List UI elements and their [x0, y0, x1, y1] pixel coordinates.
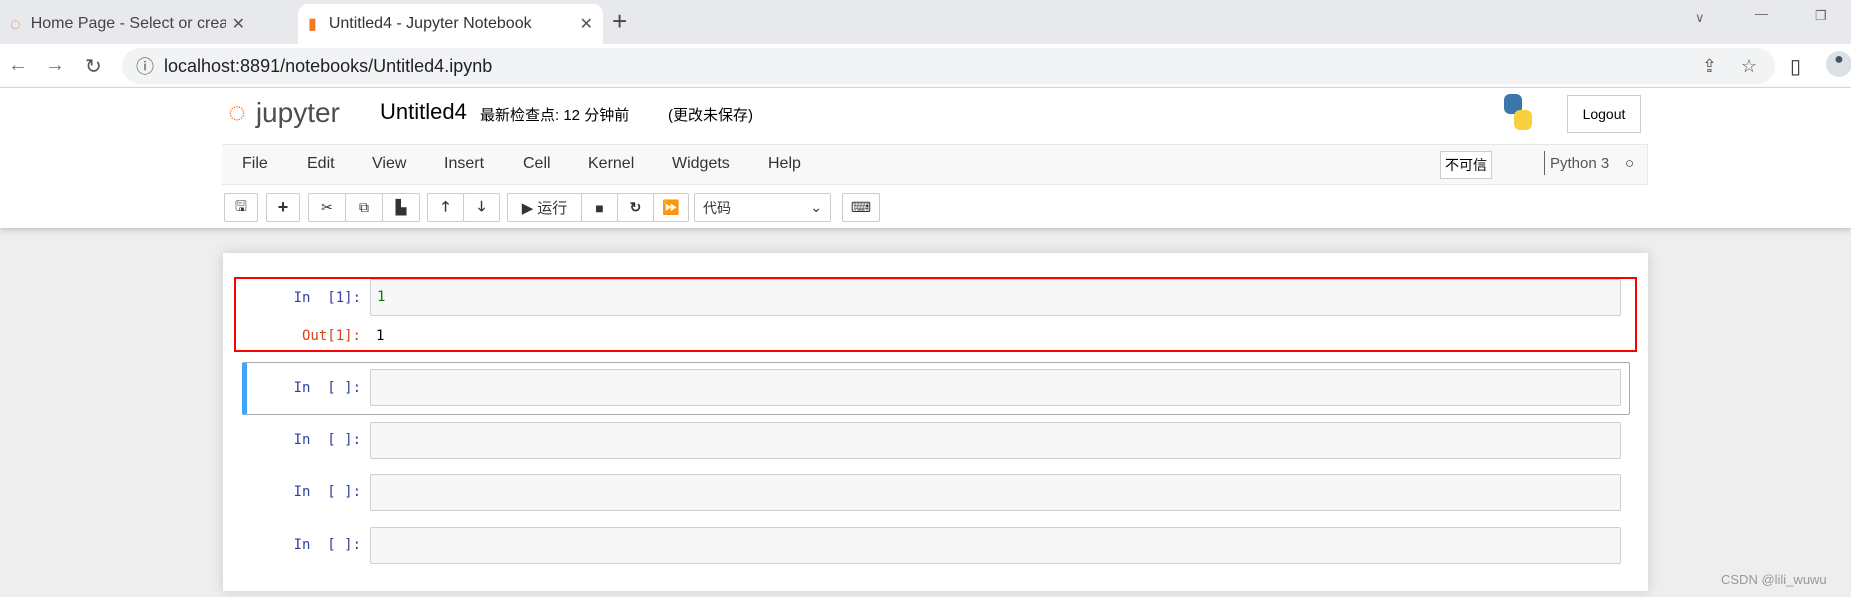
- tab-title: Untitled4 - Jupyter Notebook: [328, 15, 532, 32]
- copy-button[interactable]: ⧉: [345, 193, 383, 222]
- logout-button[interactable]: Logout: [1567, 95, 1641, 133]
- arrow-up-icon: 🡑: [441, 197, 450, 214]
- menu-insert[interactable]: Insert: [444, 155, 484, 173]
- notebook-title[interactable]: Untitled4: [380, 99, 467, 125]
- move-up-button[interactable]: 🡑: [427, 193, 464, 222]
- browser-tab-bar: ◌ Home Page - Select or create a ✕ ▮ Unt…: [0, 0, 1851, 44]
- input-prompt: In [ ]:: [293, 432, 361, 448]
- insert-cell-button[interactable]: +: [266, 193, 300, 222]
- code-input[interactable]: [370, 527, 1621, 564]
- plus-icon: +: [277, 197, 289, 217]
- input-prompt: In [ ]:: [293, 537, 361, 553]
- fast-forward-icon: ⏩: [662, 199, 680, 215]
- info-icon: ⓘ: [136, 57, 154, 77]
- share-icon[interactable]: ⇪: [1702, 56, 1717, 77]
- output-prompt: Out[1]:: [301, 328, 361, 344]
- url-text: localhost:8891/notebooks/Untitled4.ipynb: [164, 55, 493, 76]
- logo-text: jupyter: [255, 97, 340, 128]
- close-icon[interactable]: ✕: [232, 14, 245, 34]
- cut-button[interactable]: ✂: [308, 193, 346, 222]
- notebook-header: ◌ jupyter Untitled4 最新检查点: 12 分钟前 (更改未保存…: [0, 88, 1851, 228]
- chevron-down-icon: ⌄: [810, 199, 822, 215]
- watermark: CSDN @lili_wuwu: [1721, 572, 1827, 587]
- menu-bar: File Edit View Insert Cell Kernel Widget…: [222, 144, 1648, 185]
- tab-notebook[interactable]: ▮ Untitled4 - Jupyter Notebook ✕: [298, 4, 603, 44]
- input-prompt: In [ ]:: [293, 484, 361, 500]
- stop-icon: ■: [595, 199, 604, 216]
- paste-button[interactable]: ▙: [382, 193, 420, 222]
- command-palette-button[interactable]: ⌨: [842, 193, 880, 222]
- python-logo-icon: [1500, 94, 1536, 130]
- star-icon[interactable]: ☆: [1741, 56, 1757, 77]
- restart-button[interactable]: ↻: [617, 193, 654, 222]
- run-button[interactable]: ▶ 运行: [507, 193, 582, 222]
- forward-icon[interactable]: →: [45, 54, 65, 77]
- profile-avatar-icon[interactable]: ●: [1826, 51, 1851, 77]
- move-down-button[interactable]: 🡓: [463, 193, 500, 222]
- interrupt-button[interactable]: ■: [581, 193, 618, 222]
- menu-help[interactable]: Help: [768, 155, 801, 173]
- paste-icon: ▙: [395, 199, 407, 215]
- cell-type-select[interactable]: 代码 ⌄: [694, 193, 831, 222]
- jupyter-logo[interactable]: ◌ jupyter: [228, 96, 340, 130]
- kernel-idle-icon: ○: [1625, 155, 1635, 172]
- tab-home[interactable]: ◌ Home Page - Select or create a ✕: [0, 4, 255, 44]
- code-input[interactable]: [370, 369, 1621, 406]
- menu-kernel[interactable]: Kernel: [588, 155, 634, 173]
- input-prompt: In [1]:: [293, 290, 361, 306]
- side-panel-icon[interactable]: ▯: [1790, 54, 1801, 79]
- checkpoint-status: 最新检查点: 12 分钟前: [480, 107, 630, 124]
- jupyter-icon: ◌: [10, 13, 21, 34]
- notebook-panel: In [1]: 1 Out[1]: 1 In [ ]: In [ ]: In […: [223, 253, 1648, 591]
- kernel-name[interactable]: Python 3: [1550, 155, 1609, 172]
- trust-button[interactable]: 不可信: [1440, 151, 1492, 179]
- address-bar[interactable]: ⓘ localhost:8891/notebooks/Untitled4.ipy…: [122, 48, 1775, 84]
- copy-icon: ⧉: [359, 199, 369, 215]
- tab-title: Home Page - Select or create a: [30, 15, 226, 32]
- menu-edit[interactable]: Edit: [307, 155, 335, 173]
- cell-output: 1: [376, 328, 385, 344]
- restore-icon[interactable]: ❐: [1815, 8, 1827, 24]
- menu-widgets[interactable]: Widgets: [672, 155, 730, 173]
- new-tab-icon[interactable]: +: [612, 6, 627, 37]
- menu-view[interactable]: View: [372, 155, 406, 173]
- autosave-status: (更改未保存): [668, 107, 753, 124]
- keyboard-icon: ⌨: [850, 199, 872, 215]
- restart-icon: ↻: [629, 199, 642, 215]
- minimize-icon[interactable]: —: [1755, 6, 1768, 21]
- jupyter-logo-icon: ◌: [228, 96, 246, 129]
- notebook-icon: ▮: [308, 16, 317, 33]
- reload-icon[interactable]: ↻: [85, 54, 102, 79]
- code-input[interactable]: 1: [370, 279, 1621, 316]
- save-icon: 🖫: [235, 197, 247, 214]
- menu-file[interactable]: File: [242, 155, 268, 173]
- scissors-icon: ✂: [321, 199, 333, 215]
- run-label: 运行: [537, 200, 568, 217]
- arrow-down-icon: 🡓: [477, 197, 486, 214]
- address-row: ← → ↻ ⓘ localhost:8891/notebooks/Untitle…: [0, 44, 1851, 88]
- restart-run-all-button[interactable]: ⏩: [653, 193, 689, 222]
- code-input[interactable]: [370, 474, 1621, 511]
- input-prompt: In [ ]:: [293, 380, 361, 396]
- play-icon: ▶: [521, 199, 534, 217]
- cell-type-value: 代码: [703, 199, 731, 216]
- back-icon[interactable]: ←: [8, 54, 28, 77]
- save-button[interactable]: 🖫: [224, 193, 258, 222]
- tab-search-icon[interactable]: ∨: [1695, 10, 1705, 26]
- close-icon[interactable]: ✕: [580, 14, 593, 34]
- code-input[interactable]: [370, 422, 1621, 459]
- menu-cell[interactable]: Cell: [523, 155, 551, 173]
